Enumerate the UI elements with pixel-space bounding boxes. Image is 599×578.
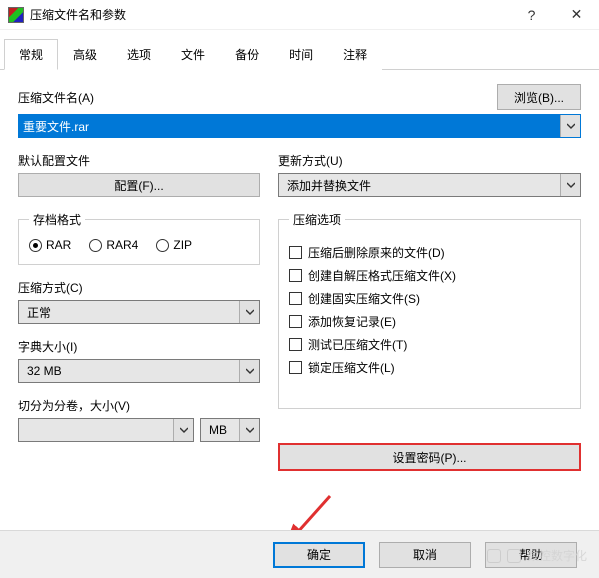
radio-label: ZIP: [173, 238, 192, 252]
archive-format-legend: 存档格式: [29, 211, 85, 228]
checkbox-icon: [289, 292, 302, 305]
tab-5[interactable]: 时间: [274, 39, 328, 70]
dictionary-size-select[interactable]: 32 MB: [18, 359, 260, 383]
app-icon: [8, 7, 24, 23]
archive-option-1[interactable]: 创建自解压格式压缩文件(X): [289, 267, 570, 284]
checkbox-label: 添加恢复记录(E): [308, 313, 396, 330]
ok-button[interactable]: 确定: [273, 542, 365, 568]
archive-name-input[interactable]: [19, 115, 560, 137]
set-password-label: 设置密码(P)...: [393, 449, 467, 466]
checkbox-label: 创建固实压缩文件(S): [308, 290, 420, 307]
update-mode-label: 更新方式(U): [278, 152, 581, 169]
chevron-down-icon[interactable]: [560, 174, 580, 196]
archive-options-legend: 压缩选项: [289, 211, 345, 228]
profiles-button[interactable]: 配置(F)...: [18, 173, 260, 197]
radio-icon: [29, 239, 42, 252]
archive-format-group: 存档格式 RAR RAR4 ZIP: [18, 211, 260, 265]
close-button[interactable]: ✕: [554, 0, 599, 29]
archive-options-group: 压缩选项 压缩后删除原来的文件(D) 创建自解压格式压缩文件(X) 创建固实压缩文件…: [278, 211, 581, 409]
chevron-down-icon[interactable]: [239, 360, 259, 382]
browse-button[interactable]: 浏览(B)...: [497, 84, 581, 110]
tab-strip: 常规高级选项文件备份时间注释: [0, 34, 599, 70]
archive-name-combo[interactable]: [18, 114, 581, 138]
chevron-down-icon[interactable]: [239, 301, 259, 323]
help-button[interactable]: ?: [509, 0, 554, 29]
tab-1[interactable]: 高级: [58, 39, 112, 70]
archive-option-3[interactable]: 添加恢复记录(E): [289, 313, 570, 330]
set-password-button[interactable]: 设置密码(P)...: [278, 443, 581, 471]
checkbox-icon: [289, 361, 302, 374]
format-radio-zip[interactable]: ZIP: [156, 238, 192, 252]
split-volumes-unit-select[interactable]: MB: [200, 418, 260, 442]
split-volumes-label: 切分为分卷，大小(V): [18, 397, 260, 414]
compression-method-select[interactable]: 正常: [18, 300, 260, 324]
chevron-down-icon[interactable]: [239, 419, 259, 441]
checkbox-icon: [289, 315, 302, 328]
default-profile-label: 默认配置文件: [18, 152, 260, 169]
content-area: 压缩文件名(A) 浏览(B)... 默认配置文件 配置(F)... 更新方式(U…: [0, 70, 599, 481]
window-title: 压缩文件名和参数: [30, 6, 509, 23]
help-button-bottom[interactable]: 帮助: [485, 542, 577, 568]
checkbox-label: 压缩后删除原来的文件(D): [308, 244, 445, 261]
update-mode-value: 添加并替换文件: [283, 177, 371, 194]
chevron-down-icon[interactable]: [560, 115, 580, 137]
checkbox-label: 测试已压缩文件(T): [308, 336, 407, 353]
tab-2[interactable]: 选项: [112, 39, 166, 70]
cancel-button[interactable]: 取消: [379, 542, 471, 568]
split-volumes-select[interactable]: [18, 418, 194, 442]
compression-method-label: 压缩方式(C): [18, 279, 260, 296]
archive-option-5[interactable]: 锁定压缩文件(L): [289, 359, 570, 376]
radio-label: RAR4: [106, 238, 138, 252]
dictionary-size-label: 字典大小(I): [18, 338, 260, 355]
archive-option-2[interactable]: 创建固实压缩文件(S): [289, 290, 570, 307]
update-mode-select[interactable]: 添加并替换文件: [278, 173, 581, 197]
dialog-button-bar: 确定 取消 帮助: [0, 530, 599, 578]
checkbox-icon: [289, 338, 302, 351]
checkbox-icon: [289, 269, 302, 282]
radio-icon: [156, 239, 169, 252]
radio-icon: [89, 239, 102, 252]
dictionary-size-value: 32 MB: [23, 364, 62, 378]
format-radio-rar[interactable]: RAR: [29, 238, 71, 252]
radio-label: RAR: [46, 238, 71, 252]
tab-0[interactable]: 常规: [4, 39, 58, 70]
split-volumes-unit-value: MB: [205, 423, 227, 437]
tab-4[interactable]: 备份: [220, 39, 274, 70]
tab-6[interactable]: 注释: [328, 39, 382, 70]
checkbox-label: 锁定压缩文件(L): [308, 359, 395, 376]
checkbox-icon: [289, 246, 302, 259]
archive-name-label: 压缩文件名(A): [18, 89, 94, 106]
archive-option-4[interactable]: 测试已压缩文件(T): [289, 336, 570, 353]
archive-option-0[interactable]: 压缩后删除原来的文件(D): [289, 244, 570, 261]
title-bar: 压缩文件名和参数 ? ✕: [0, 0, 599, 30]
format-radio-rar4[interactable]: RAR4: [89, 238, 138, 252]
checkbox-label: 创建自解压格式压缩文件(X): [308, 267, 456, 284]
tab-3[interactable]: 文件: [166, 39, 220, 70]
compression-method-value: 正常: [23, 304, 51, 321]
chevron-down-icon[interactable]: [173, 419, 193, 441]
